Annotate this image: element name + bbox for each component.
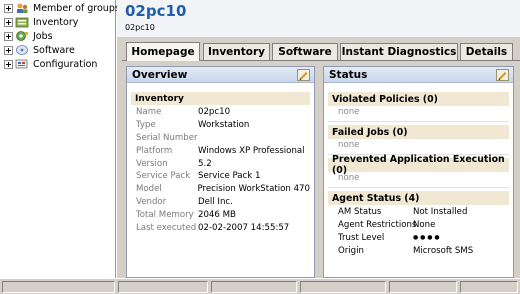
tab-details[interactable]: Details: [460, 43, 513, 60]
tree-item-label: Inventory: [33, 16, 79, 28]
overview-panel: Overview Inventory Name 02pc10 Type Workst…: [126, 66, 315, 278]
expand-icon[interactable]: [4, 17, 13, 27]
agent-row-am-status: AM Status Not Installed: [328, 205, 509, 218]
divider: [328, 121, 509, 122]
inventory-row-type: Type Workstation: [136, 119, 310, 132]
row-value: 5.2: [198, 158, 212, 169]
status-bar-cell: [300, 281, 386, 293]
failed-jobs-none: none: [338, 140, 360, 150]
status-bar-cell: [118, 281, 208, 293]
trust-level-dots: ● ● ● ●: [413, 234, 440, 241]
row-key: Service Pack: [136, 171, 191, 182]
row-value: Microsoft SMS: [413, 245, 474, 256]
tree-item-label: Member of groups: [33, 2, 120, 14]
tree-item-label: Software: [33, 44, 75, 56]
status-title: Status: [329, 68, 368, 81]
overview-panel-header: Overview: [127, 67, 314, 83]
configuration-icon: [15, 59, 28, 69]
row-key: Trust Level: [338, 232, 385, 243]
status-panel: Status Violated Policies (0) none Failed…: [323, 66, 514, 278]
agent-row-restrictions: Agent Restrictions None: [328, 218, 509, 231]
tab-inventory[interactable]: Inventory: [203, 43, 270, 60]
tree-item-label: Jobs: [33, 30, 53, 42]
tree-item-software[interactable]: Software: [4, 43, 75, 57]
prevented-execution-header[interactable]: Prevented Application Execution (0): [328, 154, 509, 176]
row-value: Dell Inc.: [198, 196, 233, 207]
agent-row-trust-level: Trust Level ● ● ● ●: [328, 231, 509, 244]
status-bar-cell: [389, 281, 457, 293]
row-value: Precision WorkStation 470: [197, 184, 310, 195]
inventory-row-last-executed: Last executed 02-02-2007 14:55:57: [136, 221, 310, 234]
inventory-section-header: Inventory: [131, 92, 310, 105]
tab-software[interactable]: Software: [272, 43, 338, 60]
page-title: 02pc10: [125, 2, 187, 20]
violated-policies-none: none: [338, 107, 360, 117]
tree-item-inventory[interactable]: Inventory: [4, 15, 78, 29]
inventory-row-version: Version 5.2: [136, 157, 310, 170]
software-icon: [16, 45, 28, 55]
edit-icon[interactable]: [297, 68, 310, 81]
status-bar-cell: [2, 281, 115, 293]
overview-title: Overview: [132, 68, 188, 81]
tree-item-configuration[interactable]: Configuration: [4, 57, 97, 71]
row-value: None: [413, 219, 436, 230]
tree-item-label: Configuration: [33, 58, 98, 70]
page-subtitle: 02pc10: [125, 23, 155, 32]
inventory-icon: [15, 17, 29, 28]
row-value: 02pc10: [198, 107, 231, 118]
expand-icon[interactable]: [4, 59, 13, 69]
divider: [328, 187, 509, 188]
inventory-row-vendor: Vendor Dell Inc.: [136, 196, 310, 209]
row-key: Model: [136, 184, 162, 195]
status-panel-header: Status: [324, 67, 513, 83]
content-area: 02pc10 02pc10 Homepage Inventory Softwar…: [117, 0, 520, 278]
navigation-tree: Member of groups Inventory Jobs Software: [0, 0, 120, 278]
jobs-icon: [16, 31, 28, 41]
inventory-row-platform: Platform Windows XP Professional: [136, 144, 310, 157]
status-bar: [0, 278, 520, 294]
agent-status-header[interactable]: Agent Status (4): [328, 191, 509, 205]
inventory-row-model: Model Precision WorkStation 470: [136, 183, 310, 196]
row-key: Total Memory: [136, 209, 194, 220]
expand-icon[interactable]: [4, 31, 13, 41]
group-icon: [17, 3, 28, 13]
row-key: Version: [136, 158, 168, 169]
row-value: Not Installed: [413, 206, 468, 217]
expand-icon[interactable]: [4, 3, 13, 13]
failed-jobs-header[interactable]: Failed Jobs (0): [328, 125, 509, 139]
row-value: 02-02-2007 14:55:57: [198, 222, 290, 233]
row-key: Serial Number: [136, 132, 198, 143]
row-value: 2046 MB: [198, 209, 236, 220]
tab-homepage[interactable]: Homepage: [126, 42, 200, 61]
row-key: Origin: [338, 245, 364, 256]
row-value: Service Pack 1: [198, 171, 261, 182]
row-value: Windows XP Professional: [198, 145, 305, 156]
inventory-row-serial: Serial Number: [136, 132, 310, 145]
row-key: AM Status: [338, 206, 382, 217]
row-key: Platform: [136, 145, 173, 156]
inventory-row-name: Name 02pc10: [136, 106, 310, 119]
inventory-row-memory: Total Memory 2046 MB: [136, 208, 310, 221]
tree-item-jobs[interactable]: Jobs: [4, 29, 53, 43]
agent-row-origin: Origin Microsoft SMS: [328, 244, 509, 257]
row-key: Type: [136, 120, 156, 131]
row-key: Name: [136, 107, 162, 118]
edit-icon[interactable]: [496, 68, 509, 81]
status-bar-cell: [211, 281, 297, 293]
expand-icon[interactable]: [4, 45, 13, 55]
row-value: Workstation: [198, 120, 250, 131]
violated-policies-header[interactable]: Violated Policies (0): [328, 92, 509, 106]
tree-item-member-of-groups[interactable]: Member of groups: [4, 1, 120, 15]
status-bar-cell: [460, 281, 518, 293]
inventory-row-service-pack: Service Pack Service Pack 1: [136, 170, 310, 183]
tab-instant-diagnostics[interactable]: Instant Diagnostics: [340, 43, 458, 60]
row-key: Last executed: [136, 222, 197, 233]
page-header: 02pc10 02pc10: [117, 0, 520, 37]
row-key: Agent Restrictions: [338, 219, 417, 230]
row-key: Vendor: [136, 196, 167, 207]
